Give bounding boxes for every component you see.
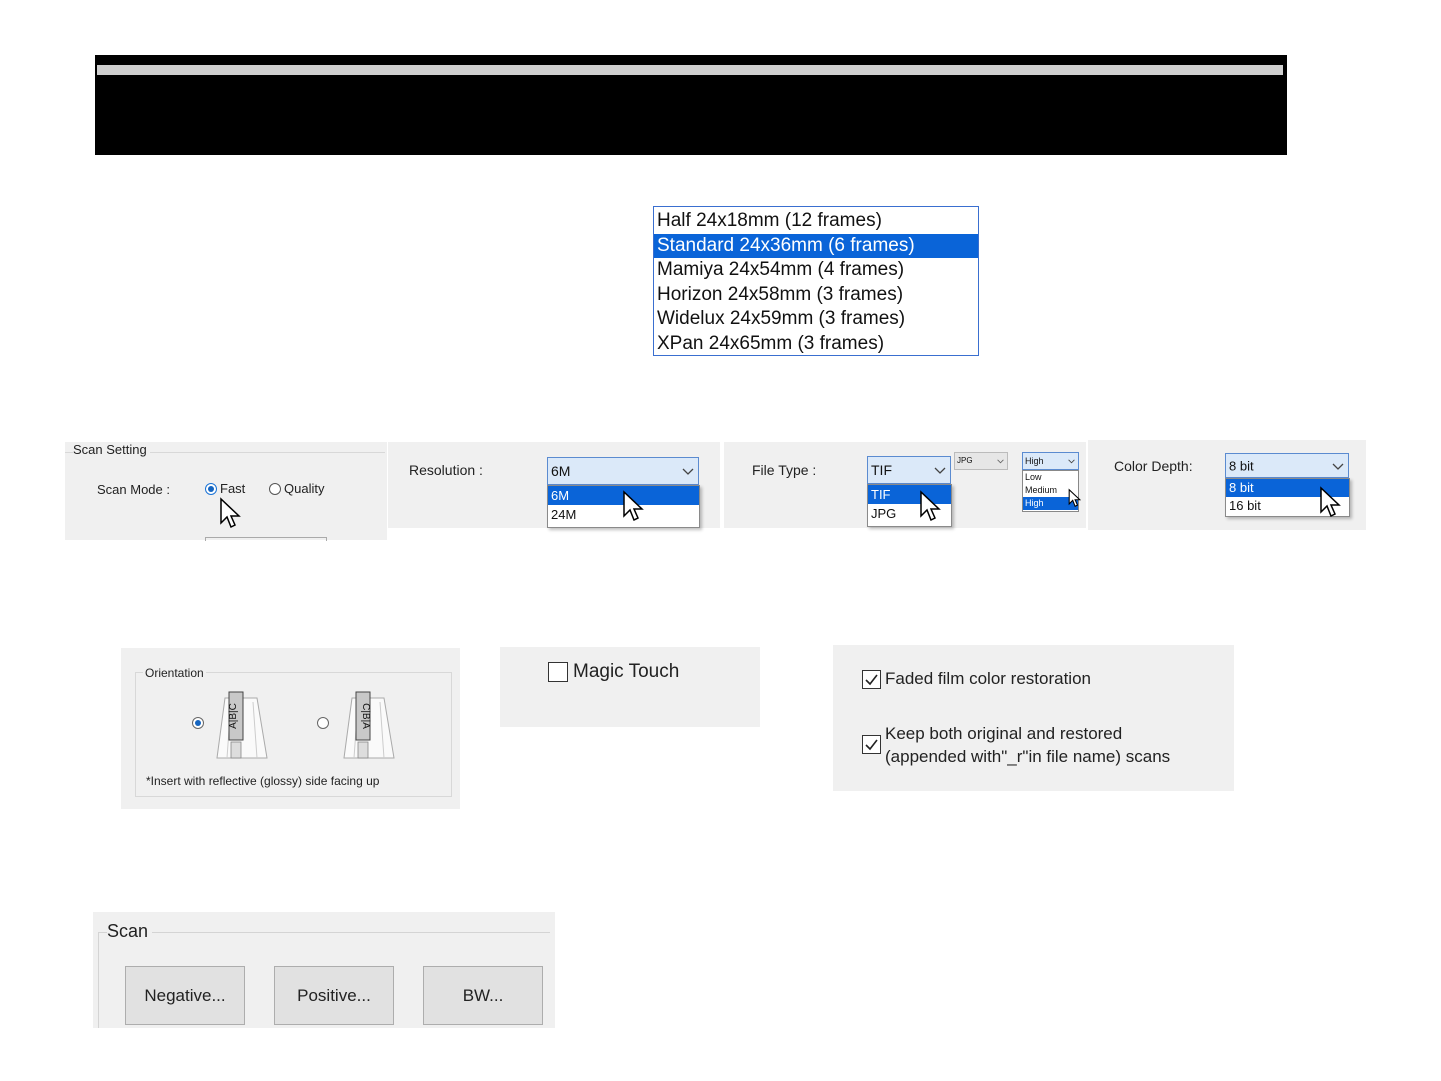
resolution-panel: Resolution : 6M 6M 24M <box>388 442 720 528</box>
checkmark-icon <box>865 674 878 686</box>
mouse-cursor-icon <box>1320 486 1341 518</box>
faded-restoration-checkbox[interactable] <box>862 670 881 689</box>
scan-mode-quality-radio[interactable] <box>269 483 281 495</box>
keep-both-checkbox[interactable] <box>862 735 881 754</box>
frame-option-horizon[interactable]: Horizon 24x58mm (3 frames) <box>654 283 978 308</box>
film-holder-cba-text: C|B|A <box>360 703 371 729</box>
frame-option-mamiya[interactable]: Mamiya 24x54mm (4 frames) <box>654 258 978 283</box>
file-type-panel: File Type : TIF TIF JPG JPG High Low Med… <box>724 442 1086 528</box>
color-depth-combo[interactable]: 8 bit <box>1225 453 1349 478</box>
jpg-small-value: JPG <box>957 456 973 465</box>
positive-button[interactable]: Positive... <box>274 966 394 1025</box>
jpg-small-combo[interactable]: JPG <box>954 452 1008 470</box>
file-type-value: TIF <box>871 462 892 478</box>
file-type-label: File Type : <box>752 462 817 478</box>
chevron-down-icon <box>997 459 1004 464</box>
chevron-down-icon <box>1068 459 1075 464</box>
bw-button[interactable]: BW... <box>423 966 543 1025</box>
chevron-down-icon <box>682 468 694 475</box>
color-depth-panel: Color Depth: 8 bit 8 bit 16 bit <box>1088 440 1366 530</box>
frame-option-standard[interactable]: Standard 24x36mm (6 frames) <box>654 233 978 259</box>
frame-size-list[interactable]: Half 24x18mm (12 frames) Standard 24x36m… <box>653 206 979 356</box>
scan-title: Scan <box>107 921 153 942</box>
scan-panel: Scan Negative... Positive... BW... <box>93 912 555 1028</box>
color-depth-value: 8 bit <box>1229 458 1254 473</box>
quality-combo[interactable]: High <box>1022 452 1079 470</box>
scan-setting-title: Scan Setting <box>73 442 150 457</box>
checkmark-icon <box>865 739 878 751</box>
mouse-cursor-icon <box>220 497 241 529</box>
frame-option-widelux[interactable]: Widelux 24x59mm (3 frames) <box>654 307 978 332</box>
file-type-combo[interactable]: TIF <box>867 456 951 484</box>
orientation-panel: Orientation A|B|C C|B|A *Insert with ref… <box>121 648 460 809</box>
partial-control <box>205 537 327 541</box>
resolution-label: Resolution : <box>409 462 483 478</box>
scan-setting-panel: Scan Setting Scan Mode : Fast Quality <box>65 442 387 541</box>
color-depth-label: Color Depth: <box>1114 458 1193 474</box>
film-holder-abc-text: A|B|C <box>228 703 239 729</box>
keep-both-label-line1[interactable]: Keep both original and restored <box>885 724 1122 744</box>
faded-restoration-label[interactable]: Faded film color restoration <box>885 669 1091 689</box>
magic-touch-panel: Magic Touch <box>500 647 760 727</box>
frame-option-xpan[interactable]: XPan 24x65mm (3 frames) <box>654 332 978 357</box>
orientation-note: *Insert with reflective (glossy) side fa… <box>146 774 380 788</box>
mouse-cursor-icon <box>623 490 644 522</box>
restoration-panel: Faded film color restoration Keep both o… <box>833 645 1234 791</box>
chevron-down-icon <box>1332 463 1344 470</box>
scan-mode-quality-label[interactable]: Quality <box>284 481 324 496</box>
negative-button[interactable]: Negative... <box>125 966 245 1025</box>
orientation-title: Orientation <box>143 666 206 680</box>
orientation-option1-radio[interactable] <box>192 717 204 729</box>
resolution-combo[interactable]: 6M <box>547 457 699 485</box>
scan-mode-label: Scan Mode : <box>97 482 170 497</box>
quality-value: High <box>1025 456 1044 466</box>
frame-option-half[interactable]: Half 24x18mm (12 frames) <box>654 209 978 234</box>
chevron-down-icon <box>934 467 946 474</box>
orientation-option2-radio[interactable] <box>317 717 329 729</box>
resolution-value: 6M <box>551 463 571 479</box>
magic-touch-label[interactable]: Magic Touch <box>573 661 679 683</box>
mouse-cursor-icon <box>1068 488 1081 508</box>
title-bar <box>95 55 1287 155</box>
film-holder-abc-icon[interactable]: A|B|C <box>213 690 269 760</box>
mouse-cursor-icon <box>920 490 941 522</box>
scan-mode-fast-label[interactable]: Fast <box>220 481 245 496</box>
film-holder-cba-icon[interactable]: C|B|A <box>340 690 396 760</box>
magic-touch-checkbox[interactable] <box>548 662 568 682</box>
keep-both-label-line2[interactable]: (appended with"_r"in file name) scans <box>885 747 1170 767</box>
title-bar-strip <box>97 65 1283 75</box>
quality-option-low[interactable]: Low <box>1023 471 1078 484</box>
scan-mode-fast-radio[interactable] <box>205 483 217 495</box>
